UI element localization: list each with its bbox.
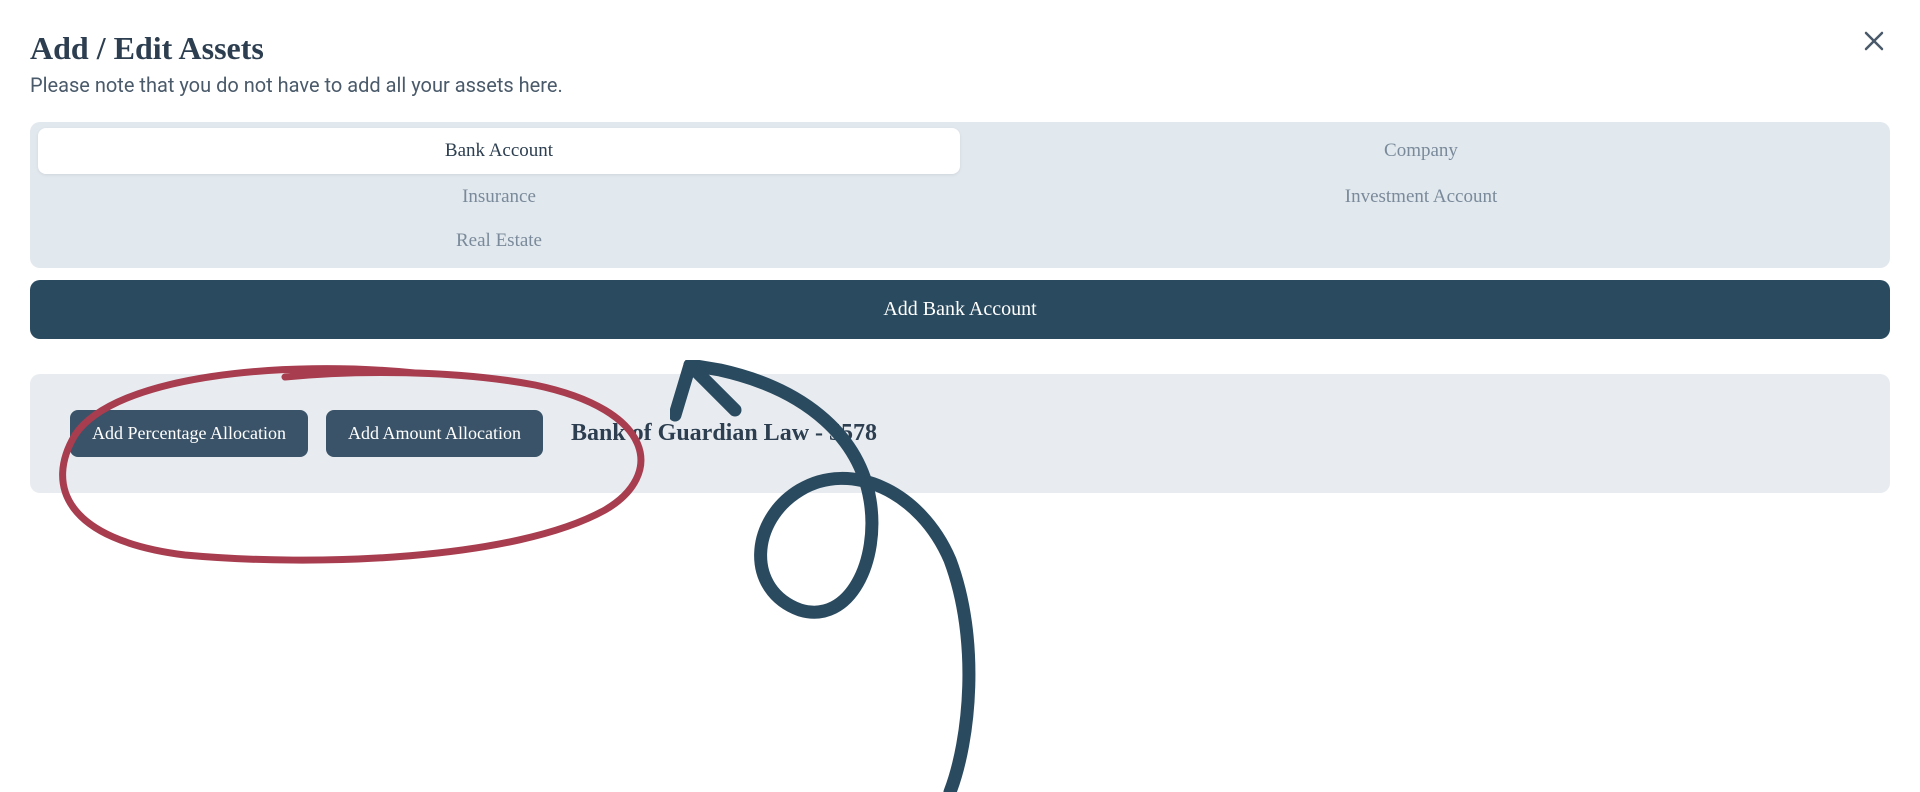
add-percentage-allocation-button[interactable]: Add Percentage Allocation (70, 410, 308, 457)
modal-subtitle: Please note that you do not have to add … (30, 73, 1890, 97)
tab-insurance[interactable]: Insurance (38, 174, 960, 220)
bank-account-card: Add Percentage Allocation Add Amount All… (30, 374, 1890, 493)
asset-type-tabs: Bank Account Company Insurance Investmen… (30, 122, 1890, 268)
tabs-row-3: Real Estate (38, 220, 1882, 262)
add-amount-allocation-button[interactable]: Add Amount Allocation (326, 410, 543, 457)
tabs-row-1: Bank Account Company (38, 128, 1882, 174)
modal-header: Add / Edit Assets Please note that you d… (30, 30, 1890, 97)
add-bank-account-button[interactable]: Add Bank Account (30, 280, 1890, 339)
tab-real-estate[interactable]: Real Estate (38, 220, 960, 262)
tabs-row-2: Insurance Investment Account (38, 174, 1882, 220)
close-icon (1864, 31, 1884, 51)
close-button[interactable] (1858, 25, 1890, 57)
tab-company[interactable]: Company (960, 128, 1882, 174)
modal-container: Add / Edit Assets Please note that you d… (0, 0, 1920, 792)
modal-title: Add / Edit Assets (30, 30, 1890, 67)
tab-investment-account[interactable]: Investment Account (960, 174, 1882, 220)
tab-bank-account[interactable]: Bank Account (38, 128, 960, 174)
account-name-label: Bank of Guardian Law - 5578 (571, 420, 877, 447)
